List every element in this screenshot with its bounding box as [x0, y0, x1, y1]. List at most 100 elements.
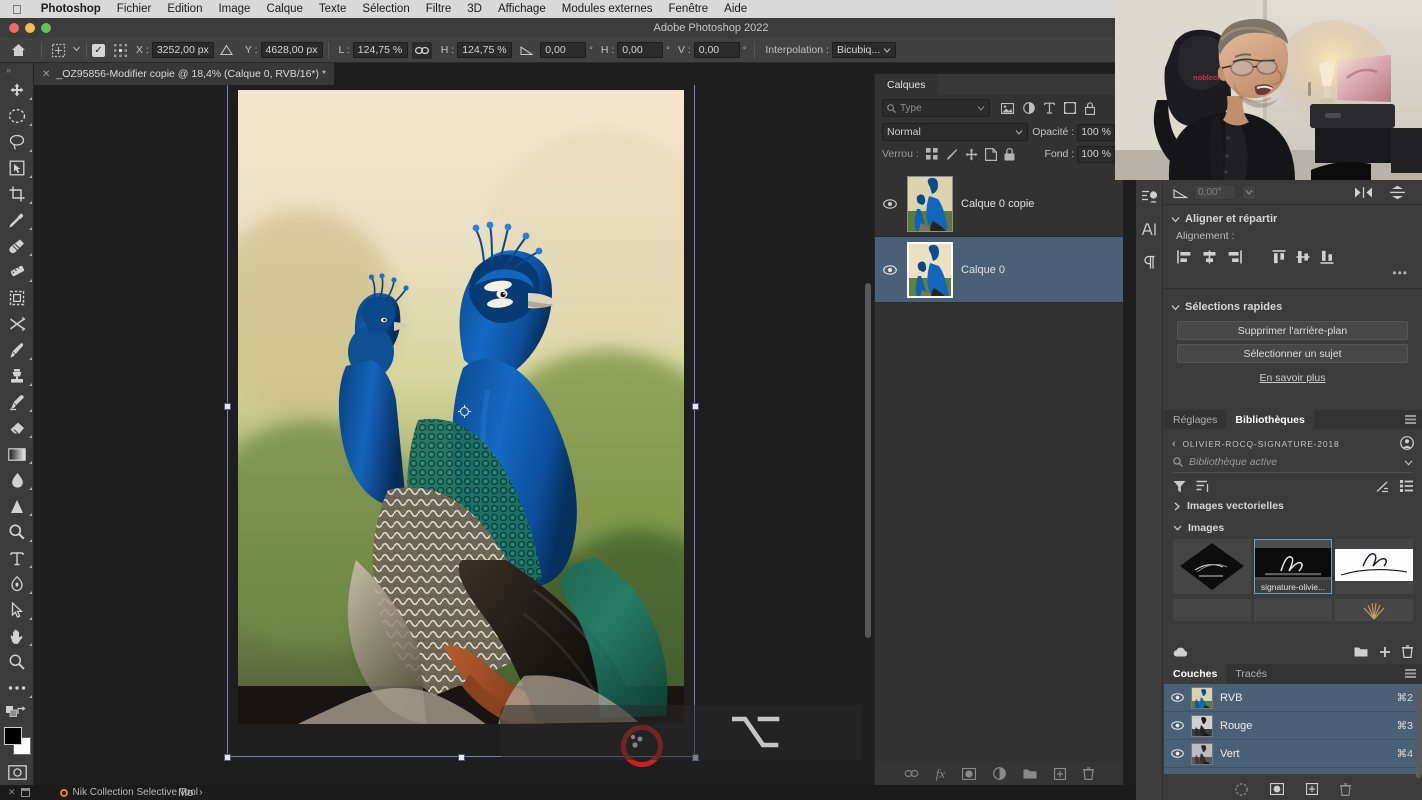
sort-icon[interactable]: [1196, 480, 1209, 493]
chevron-right-icon[interactable]: ›: [199, 787, 202, 798]
cloud-sync-icon[interactable]: [1173, 647, 1188, 657]
select-subject-button[interactable]: Sélectionner un sujet: [1177, 344, 1408, 363]
panel-menu-icon[interactable]: [1405, 415, 1416, 427]
skew-h-field[interactable]: 0,00: [617, 42, 664, 58]
fill-field[interactable]: 100 %: [1077, 145, 1115, 163]
lock-transparent-pixels-icon[interactable]: [925, 148, 938, 160]
rotation-chevron-icon[interactable]: [1242, 184, 1256, 200]
flip-vertical-icon[interactable]: [1389, 185, 1406, 200]
library-group-images[interactable]: Images: [1164, 515, 1422, 537]
transform-controls-icon[interactable]: [109, 41, 131, 59]
more-options-ellipsis-icon[interactable]: •••: [1163, 264, 1422, 286]
frame-tool[interactable]: [0, 285, 34, 311]
menu-item-edition[interactable]: Edition: [159, 3, 210, 15]
align-right-edges-icon[interactable]: [1227, 250, 1242, 264]
load-channel-as-selection-icon[interactable]: [1235, 782, 1248, 796]
apple-logo-icon[interactable]: : [0, 3, 33, 16]
table-row[interactable]: Vert ⌘4: [1164, 740, 1422, 768]
object-selection-tool[interactable]: [0, 155, 34, 181]
angle-field[interactable]: 0,00: [540, 42, 587, 58]
new-channel-icon[interactable]: [1306, 783, 1318, 795]
eye-icon[interactable]: [1170, 749, 1184, 758]
delete-icon[interactable]: [1402, 645, 1413, 658]
interpolation-select[interactable]: Bicubiq...: [831, 42, 897, 58]
menu-item-modules-externes[interactable]: Modules externes: [554, 3, 661, 15]
eye-icon[interactable]: [881, 264, 899, 275]
channel-thumbnail[interactable]: [1191, 742, 1213, 765]
path-selection-tool[interactable]: [0, 597, 34, 623]
lock-all-icon[interactable]: [1004, 147, 1015, 161]
quick-actions-section-header[interactable]: Sélections rapides: [1163, 291, 1422, 317]
pen-tool[interactable]: [0, 571, 34, 597]
align-bottom-edges-icon[interactable]: [1320, 250, 1334, 264]
transform-handle-left-middle[interactable]: [224, 403, 231, 410]
layer-filter-select[interactable]: Type: [882, 99, 990, 117]
menu-item-affichage[interactable]: Affichage: [490, 3, 554, 15]
table-row[interactable]: Calque 0: [875, 237, 1123, 303]
list-item[interactable]: [1173, 539, 1251, 594]
filter-funnel-icon[interactable]: [1173, 480, 1186, 493]
list-item[interactable]: [1173, 599, 1251, 621]
swap-foreground-background-icon[interactable]: [17, 705, 28, 717]
blend-mode-select[interactable]: Normal: [882, 123, 1029, 141]
zoom-loupe-tool[interactable]: [0, 519, 34, 545]
tab-reglages[interactable]: Réglages: [1164, 410, 1226, 429]
zoom-tool[interactable]: [0, 649, 34, 675]
gradient-tool[interactable]: [0, 441, 34, 467]
menu-item-filtre[interactable]: Filtre: [418, 3, 460, 15]
clone-stamp-tool[interactable]: [0, 363, 34, 389]
fill-control[interactable]: Fond : 100 %: [1044, 145, 1115, 163]
type-tool[interactable]: [0, 545, 34, 571]
filter-shape-icon[interactable]: [1064, 102, 1076, 114]
channel-thumbnail[interactable]: [1191, 686, 1213, 709]
color-swatches[interactable]: [0, 725, 34, 759]
canvas-area[interactable]: [34, 85, 874, 785]
library-group-vector[interactable]: Images vectorielles: [1164, 497, 1422, 515]
menu-item-fichier[interactable]: Fichier: [109, 3, 160, 15]
channel-row-partial[interactable]: [1164, 768, 1422, 774]
quick-mask-icon[interactable]: [0, 759, 34, 785]
panel-menu-icon[interactable]: [1405, 669, 1416, 681]
invite-collaborator-icon[interactable]: [1400, 436, 1414, 452]
remove-background-button[interactable]: Supprimer l'arrière-plan: [1177, 321, 1408, 340]
menu-item-fenetre[interactable]: Fenêtre: [661, 3, 717, 15]
canvas-vertical-scrollbar[interactable]: [862, 85, 874, 785]
menu-item-selection[interactable]: Sélection: [354, 3, 417, 15]
document-tab[interactable]: ✕ _OZ95856-Modifier copie @ 18,4% (Calqu…: [34, 63, 335, 85]
flip-horizontal-icon[interactable]: [1354, 186, 1373, 199]
menu-item-aide[interactable]: Aide: [716, 3, 755, 15]
adjustment-layer-icon[interactable]: [993, 767, 1007, 780]
new-layer-icon[interactable]: [1054, 767, 1067, 780]
rotation-field[interactable]: 0,00°: [1194, 184, 1236, 200]
table-row[interactable]: RVB ⌘2: [1164, 684, 1422, 712]
list-item[interactable]: [1335, 539, 1413, 594]
filter-adjustment-icon[interactable]: [1023, 102, 1035, 114]
chevron-down-icon[interactable]: [1404, 458, 1413, 467]
menu-item-3d[interactable]: 3D: [459, 3, 490, 15]
list-item[interactable]: [1254, 599, 1332, 621]
transform-handle-bottom-left[interactable]: [224, 754, 231, 761]
lock-nesting-icon[interactable]: [984, 147, 997, 161]
tool-preset-chevron-icon[interactable]: [72, 44, 81, 56]
move-tool-preset-icon[interactable]: [47, 41, 69, 59]
close-tab-icon[interactable]: ✕: [42, 69, 50, 80]
delete-layer-icon[interactable]: [1083, 767, 1095, 780]
list-item[interactable]: [1335, 599, 1413, 621]
menu-item-calque[interactable]: Calque: [258, 3, 310, 15]
list-item[interactable]: signature-olivie...: [1254, 539, 1332, 594]
tab-traces[interactable]: Tracés: [1226, 664, 1276, 684]
dodge-tool[interactable]: [0, 493, 34, 519]
x-coordinate-field[interactable]: 3252,00 px: [151, 42, 214, 58]
menu-item-photoshop[interactable]: Photoshop: [33, 3, 109, 15]
opacity-field[interactable]: 100 %: [1077, 123, 1115, 141]
align-distribute-section-header[interactable]: Aligner et répartir: [1163, 205, 1422, 229]
library-search[interactable]: Bibliothèque active: [1173, 456, 1413, 473]
spot-healing-brush-tool[interactable]: [0, 233, 34, 259]
lasso-tool[interactable]: [0, 129, 34, 155]
skew-v-field[interactable]: 0,00: [693, 42, 740, 58]
home-icon[interactable]: [0, 43, 36, 57]
view-list-compact-icon[interactable]: [1376, 480, 1389, 493]
align-top-edges-icon[interactable]: [1272, 250, 1286, 264]
crop-tool[interactable]: [0, 181, 34, 207]
layer-style-fx-icon[interactable]: fx: [936, 766, 945, 782]
